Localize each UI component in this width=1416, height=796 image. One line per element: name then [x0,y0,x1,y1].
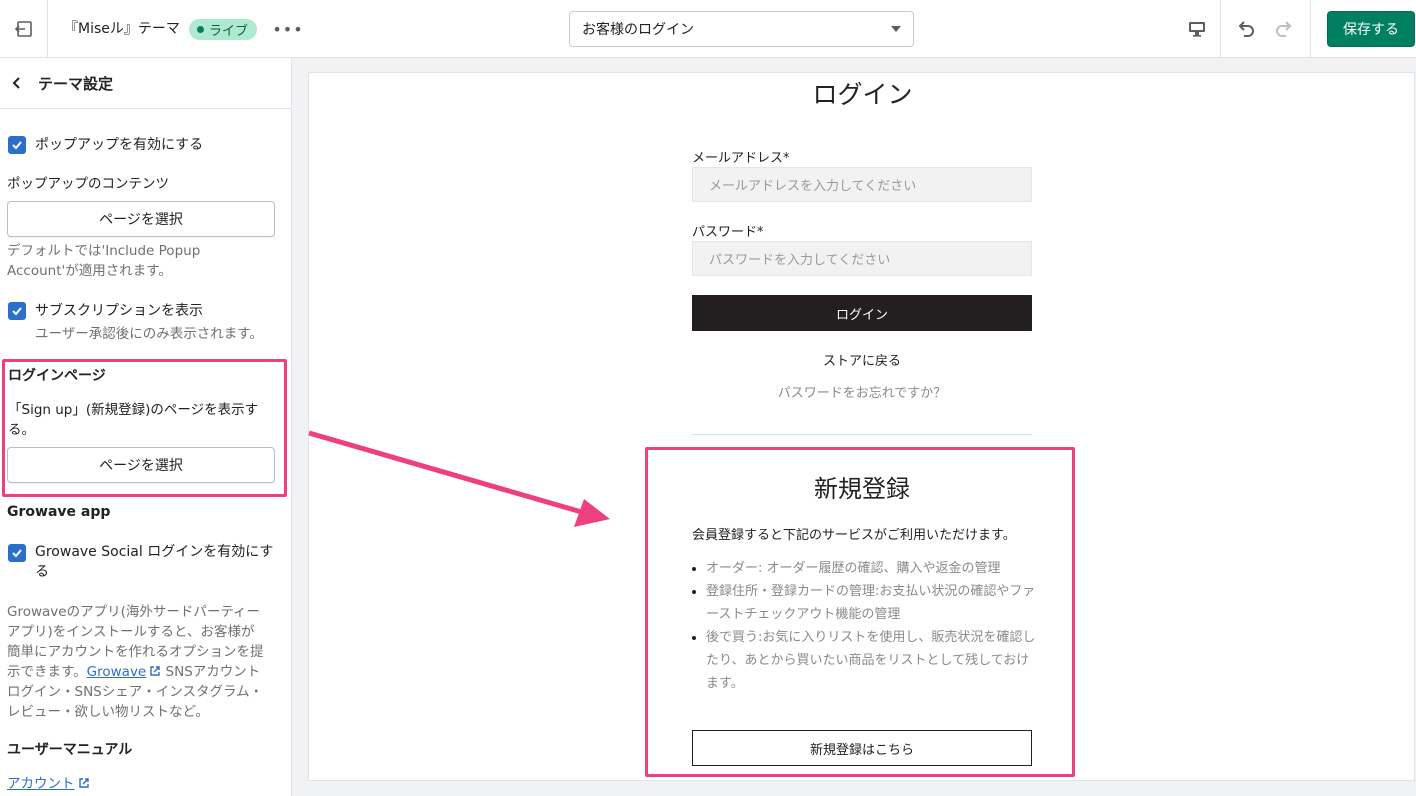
login-title: ログイン [812,80,913,109]
live-dot-icon [197,26,204,33]
external-link-icon [150,666,160,676]
theme-name: 『Miseル』テーマ [64,21,180,37]
desktop-preview-button[interactable] [1173,0,1221,58]
desktop-icon [1188,22,1205,37]
manual-heading: ユーザーマニュアル [7,742,133,758]
signup-desc-2: る。 [8,422,35,438]
subscription-help: ユーザー承認後にのみ表示されます。 [35,326,263,342]
list-item: 登録住所・登録カードの管理:お支払い状況の確認やファーストチェックアウト機能の管… [706,580,1037,626]
exit-button[interactable] [0,0,48,58]
exit-icon [14,21,32,37]
password-label: パスワード* [692,225,764,240]
popup-content-heading: ポップアップのコンテンツ [7,176,169,192]
popup-help-text-2: Account'が適用されます。 [7,263,172,279]
growave-desc-5: ログイン・SNSシェア・インスタグラム・ [7,684,264,700]
undo-button[interactable] [1230,14,1262,44]
list-item: 後で買う:お気に入りリストを使用し、販売状況を確認したり、あとから買いたい商品を… [706,626,1037,695]
checkmark-icon [12,549,22,558]
chevron-left-icon [12,77,20,89]
signup-button[interactable]: 新規登録はこちら [692,730,1032,766]
popup-help-text-1: デフォルトでは'Include Popup [7,243,201,259]
login-page-heading: ログインページ [8,368,106,384]
undo-icon [1238,21,1254,37]
login-button[interactable]: ログイン [692,295,1032,331]
account-link-row: アカウント [7,774,90,794]
signup-title: 新規登録 [814,475,910,503]
signup-intro: 会員登録すると下記のサービスがご利用いただけます。 [692,528,1016,543]
growave-enable-label-1: Growave Social ログインを有効にす [35,544,274,560]
checkmark-icon [12,307,22,316]
checkmark-icon [12,141,22,150]
subscription-label: サブスクリプションを表示 [35,303,203,319]
sidebar-header: テーマ設定 [0,58,291,109]
benefits-list: オーダー: オーダー履歴の確認、購入や返金の管理 登録住所・登録カードの管理:お… [692,557,1037,695]
login-select-page-button[interactable]: ページを選択 [7,447,275,483]
divider [692,434,1032,435]
account-link[interactable]: アカウント [7,776,75,792]
theme-settings-sidebar: テーマ設定 ポップアップを有効にする ポップアップのコンテンツ ページを選択 デ… [0,58,292,796]
growave-heading: Growave app [7,504,111,520]
template-select-value: お客様のログイン [582,22,694,38]
growave-checkbox[interactable] [8,544,26,562]
email-label: メールアドレス* [692,151,790,166]
growave-desc-2: アプリ)をインストールすると、お客様が [7,624,255,640]
growave-desc-4: 示できます。Growave SNSアカウント [7,662,260,682]
back-to-store-link[interactable]: ストアに戻る [692,350,1032,369]
growave-desc-4-post: SNSアカウント [161,664,261,680]
back-button[interactable] [0,58,34,109]
popup-enable-label: ポップアップを有効にする [35,137,204,153]
growave-desc-4-pre: 示できます。 [7,664,87,680]
more-icon: ••• [272,19,304,39]
top-bar: 『Miseル』テーマ ライブ ••• お客様のログイン 保存する [0,0,1416,58]
growave-link[interactable]: Growave [87,664,147,680]
more-actions-button[interactable]: ••• [272,16,304,42]
subscription-checkbox[interactable] [8,302,26,320]
forgot-password-link[interactable]: パスワードをお忘れですか？ [692,382,1032,401]
external-link-icon [78,778,89,788]
save-button[interactable]: 保存する [1327,11,1415,47]
divider [1310,0,1311,58]
redo-icon [1276,21,1292,37]
list-item: オーダー: オーダー履歴の確認、購入や返金の管理 [706,557,1037,580]
email-field[interactable]: メールアドレスを入力してください [692,167,1032,202]
popup-enable-checkbox[interactable] [8,136,26,154]
live-status-badge: ライブ [189,19,258,40]
redo-button[interactable] [1268,14,1300,44]
growave-desc-6: レビュー・欲しい物リストなど。 [7,704,209,720]
live-badge-label: ライブ [209,24,249,39]
growave-desc-1: Growaveのアプリ(海外サードパーティー [7,604,261,620]
growave-desc-3: 簡単にアカウントを作れるオプションを提 [7,644,264,660]
password-field[interactable]: パスワードを入力してください [692,241,1032,276]
popup-select-page-button[interactable]: ページを選択 [7,201,275,237]
signup-desc-1: 「Sign up」(新規登録)のページを表示す [8,402,259,418]
chevron-down-icon [891,26,901,32]
growave-enable-label-2: る [35,564,49,580]
store-preview: ログイン メールアドレス* メールアドレスを入力してください パスワード* パス… [308,72,1415,781]
template-select[interactable]: お客様のログイン [569,11,914,47]
sidebar-title: テーマ設定 [38,74,114,93]
